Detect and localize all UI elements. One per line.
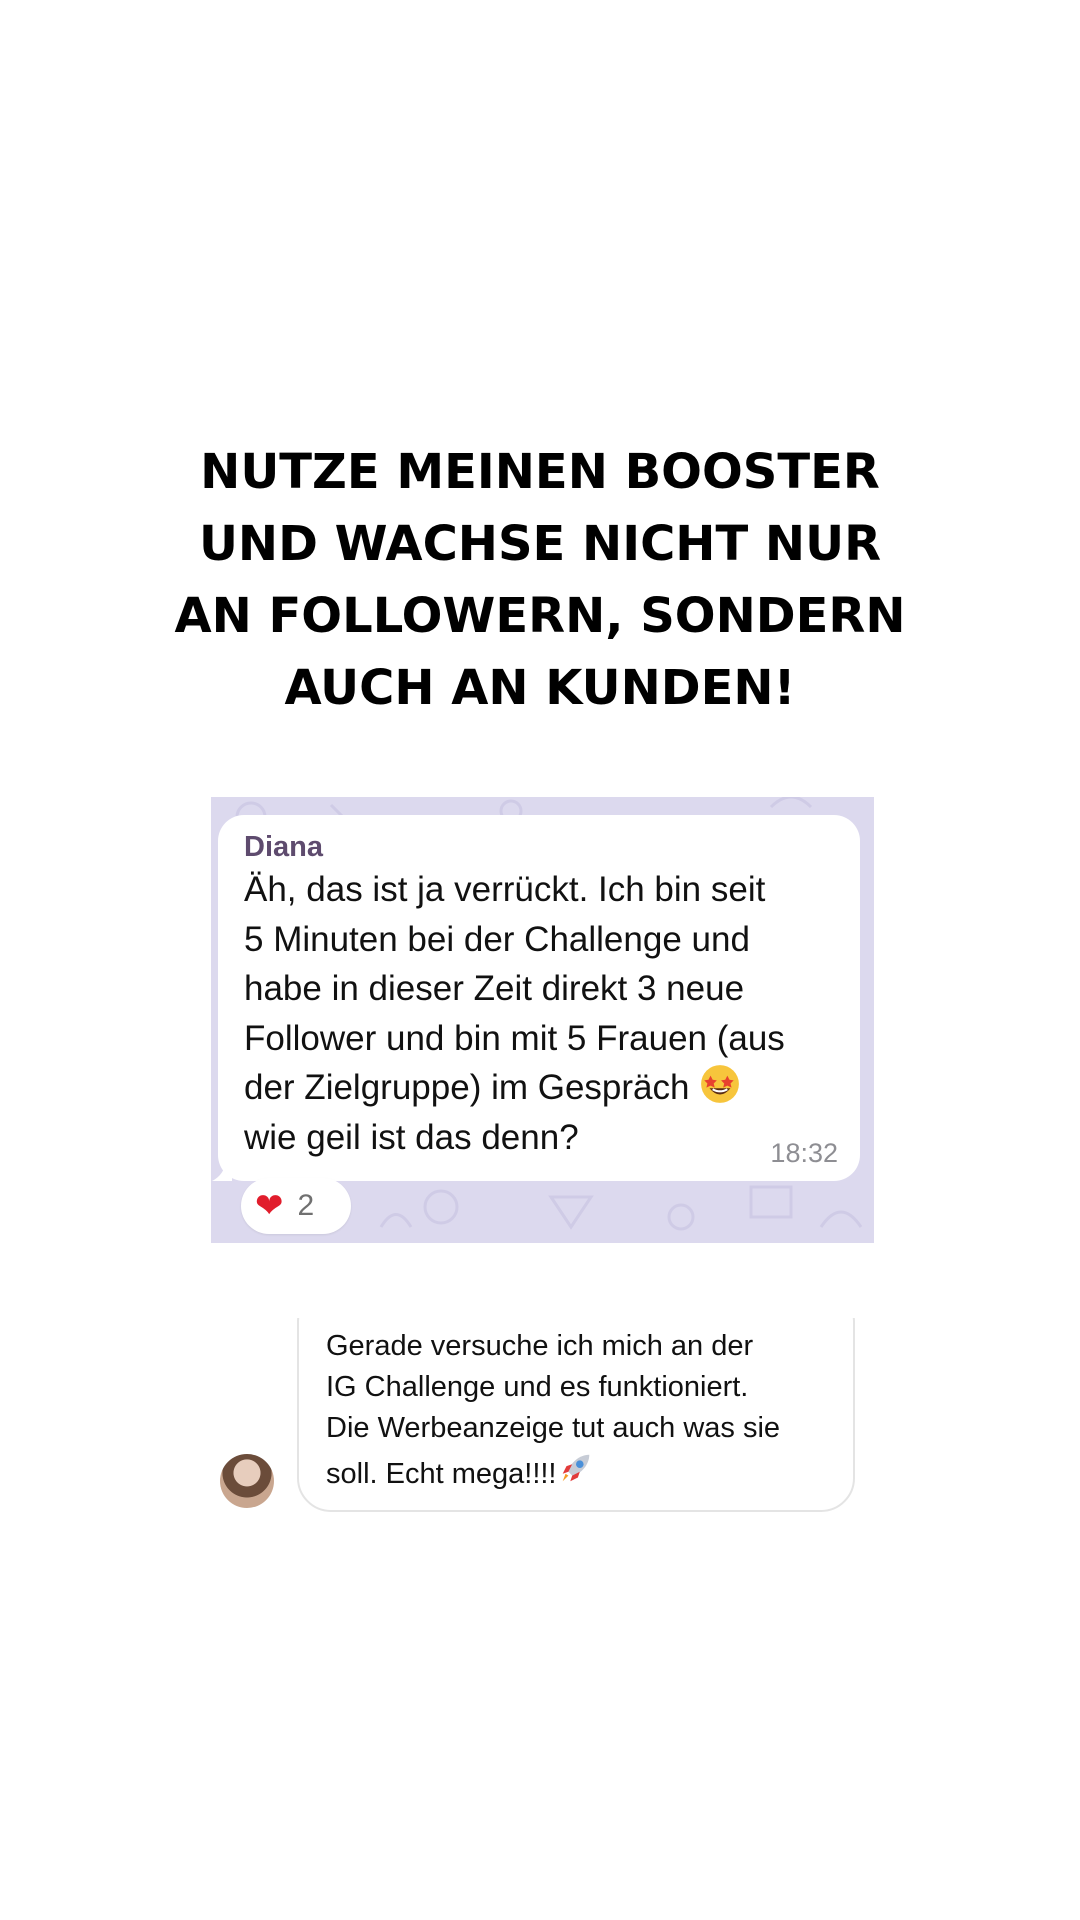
rocket-icon [562, 1454, 589, 1482]
sender-name: Diana [244, 831, 323, 863]
headline-line-2: UND WACHSE NICHT NUR [198, 516, 882, 572]
message-text-end: wie geil ist das denn? [244, 1117, 579, 1157]
star-struck-emoji-icon [701, 1065, 740, 1103]
heart-icon: ❤ [255, 1186, 284, 1226]
reaction-badge[interactable]: ❤ 2 [241, 1178, 351, 1234]
message-text: Äh, das ist ja verrückt. Ich bin seit 5 … [244, 865, 836, 1162]
bubble-tail [212, 1161, 232, 1181]
message-text: Gerade versuche ich mich an der IG Chall… [326, 1326, 780, 1495]
message-time: 18:32 [770, 1138, 838, 1168]
headline-line-4: AUCH AN KUNDEN! [284, 660, 796, 716]
headline-line-1: NUTZE MEINEN BOOSTER [200, 444, 880, 500]
avatar [220, 1454, 274, 1508]
message-bubble: Diana Äh, das ist ja verrückt. Ich bin s… [212, 815, 860, 1181]
message-text-main: Gerade versuche ich mich an der IG Chall… [326, 1330, 781, 1490]
headline: NUTZE MEINEN BOOSTER UND WACHSE NICHT NU… [0, 436, 1080, 724]
headline-line-3: AN FOLLOWERN, SONDERN [174, 588, 906, 644]
testimonial-screenshot-telegram: Diana Äh, das ist ja verrückt. Ich bin s… [211, 797, 874, 1243]
testimonial-screenshot-instagram: Gerade versuche ich mich an der IG Chall… [211, 1318, 874, 1518]
reaction-count: 2 [297, 1189, 315, 1222]
